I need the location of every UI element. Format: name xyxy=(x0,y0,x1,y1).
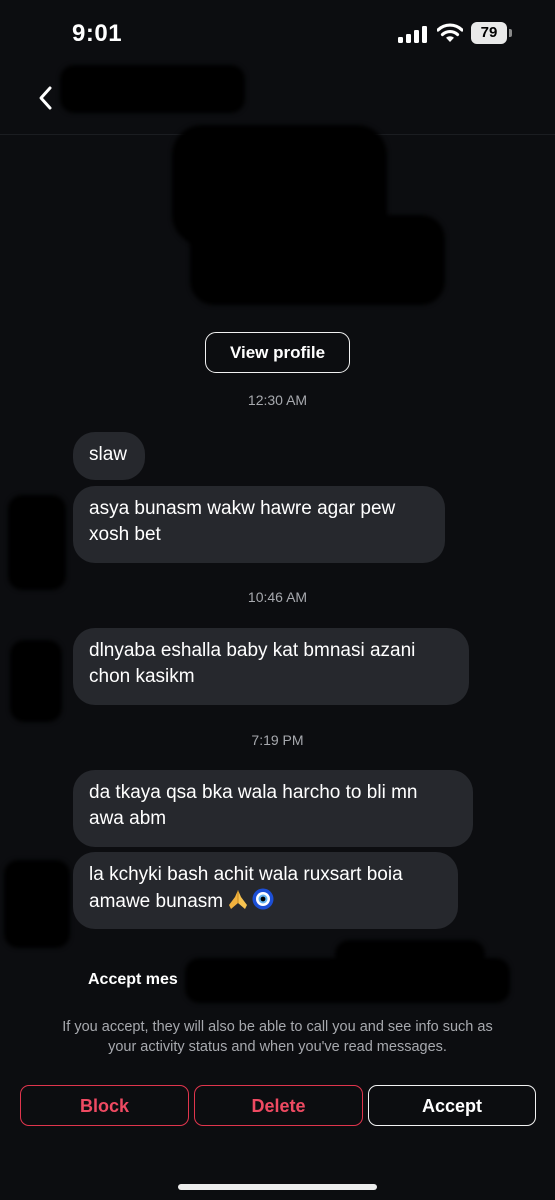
redacted-avatar-3 xyxy=(4,860,70,948)
cellular-signal-icon xyxy=(398,26,427,43)
redacted-username xyxy=(60,65,245,113)
folded-hands-emoji xyxy=(229,890,248,909)
block-button[interactable]: Block xyxy=(20,1085,189,1126)
message-bubble[interactable]: asya bunasm wakw hawre agar pew xosh bet xyxy=(73,486,445,563)
message-bubble[interactable]: dlnyaba eshalla baby kat bmnasi azani ch… xyxy=(73,628,469,705)
status-time: 9:01 xyxy=(72,20,123,47)
message-text: chon kasikm xyxy=(89,666,195,687)
message-text: slaw xyxy=(89,444,128,465)
delete-button[interactable]: Delete xyxy=(194,1085,363,1126)
message-text: la kchyki bash achit wala ruxsart boia xyxy=(89,864,403,885)
battery-icon: 79 xyxy=(471,22,513,44)
message-timestamp: 10:46 AM xyxy=(247,589,308,605)
message-text: xosh bet xyxy=(89,524,161,545)
battery-level: 79 xyxy=(471,22,507,44)
request-title: Accept mes xyxy=(88,971,178,988)
redacted-avatar-1 xyxy=(8,495,66,590)
redacted-avatar-2 xyxy=(10,640,62,722)
nazar-amulet-emoji xyxy=(252,888,274,910)
battery-cap xyxy=(509,29,512,37)
message-text: asya bunasm wakw hawre agar pew xyxy=(89,498,396,519)
home-indicator[interactable] xyxy=(178,1184,377,1190)
status-bar: 9:01 79 xyxy=(0,0,555,70)
message-bubble[interactable]: da tkaya qsa bka wala harcho to bli mn a… xyxy=(73,770,473,847)
message-text: da tkaya qsa bka wala harcho to bli mn xyxy=(89,782,418,803)
message-timestamp: 7:19 PM xyxy=(251,732,304,748)
message-text: awa abm xyxy=(89,808,167,829)
request-description: If you accept, they will also be able to… xyxy=(25,1017,530,1057)
accept-button[interactable]: Accept xyxy=(368,1085,536,1126)
message-text: dlnyaba eshalla baby kat bmnasi azani xyxy=(89,640,416,661)
redacted-profile-name xyxy=(190,215,445,305)
view-profile-button[interactable]: View profile xyxy=(205,332,350,373)
message-text: amawe bunasm xyxy=(89,891,224,912)
chat-screen: 9:01 79 View profile 12:30 AM slaw asya … xyxy=(0,0,555,1200)
chevron-left-icon[interactable] xyxy=(34,85,58,111)
redacted-request-mark xyxy=(335,940,485,970)
request-description-line: your activity status and when you've rea… xyxy=(108,1039,447,1055)
message-bubble[interactable]: la kchyki bash achit wala ruxsart boia a… xyxy=(73,852,458,929)
wifi-icon xyxy=(437,23,463,42)
request-description-line: If you accept, they will also be able to… xyxy=(62,1019,493,1035)
message-timestamp: 12:30 AM xyxy=(247,392,308,408)
message-bubble[interactable]: slaw xyxy=(73,432,145,480)
